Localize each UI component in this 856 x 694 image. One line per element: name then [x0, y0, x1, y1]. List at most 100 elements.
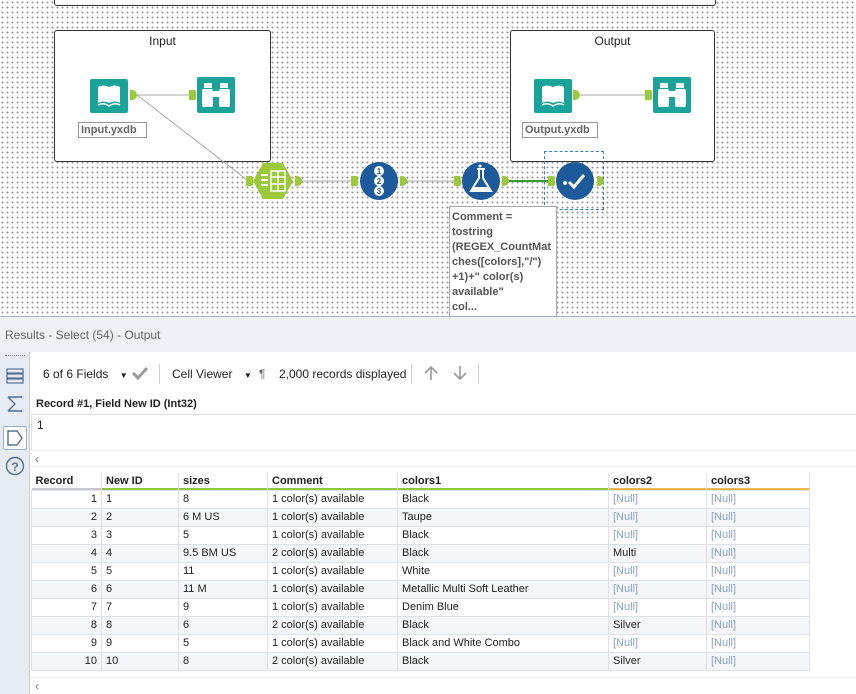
column-header[interactable]: colors1 [397, 473, 609, 490]
table-cell[interactable]: 1 color(s) available [267, 489, 398, 509]
table-cell[interactable]: 9 [178, 597, 268, 617]
table-cell[interactable]: [Null] [706, 597, 810, 617]
table-cell[interactable]: Silver [608, 615, 707, 635]
table-cell[interactable]: 5 [178, 633, 268, 653]
table-cell[interactable]: 1 color(s) available [267, 561, 398, 581]
record-number-cell[interactable]: 5 [31, 561, 102, 581]
table-cell[interactable]: Black and White Combo [397, 633, 609, 653]
table-cell[interactable]: 2 color(s) available [267, 651, 398, 671]
cell-viewer-hscroll[interactable]: ‹ [31, 450, 856, 467]
formula-tool[interactable] [461, 161, 501, 201]
table-cell[interactable]: Multi [608, 543, 707, 563]
table-cell[interactable]: Black [397, 615, 609, 635]
table-cell[interactable]: 1 color(s) available [267, 525, 398, 545]
table-cell[interactable]: 8 [178, 651, 268, 671]
record-number-cell[interactable]: 10 [31, 651, 102, 671]
table-cell[interactable]: 9.5 BM US [178, 543, 268, 563]
table-cell[interactable]: Black [397, 651, 609, 671]
table-row[interactable]: 6 6 11 M1 color(s) available Metallic Multi… [31, 579, 810, 599]
parse-input-anchor[interactable] [246, 176, 253, 186]
table-cell[interactable]: [Null] [706, 633, 810, 653]
table-cell[interactable]: Black [397, 489, 609, 509]
table-cell[interactable]: [Null] [706, 507, 810, 527]
scroll-down-button[interactable] [452, 365, 468, 384]
table-cell[interactable]: 8 [178, 489, 268, 509]
help-button[interactable]: ? [3, 454, 27, 478]
metadata-view-button[interactable] [3, 392, 27, 416]
table-cell[interactable]: 1 color(s) available [267, 579, 398, 599]
table-cell[interactable]: 6 [101, 579, 179, 599]
column-header[interactable]: sizes [178, 473, 268, 490]
table-cell[interactable]: 10 [101, 651, 179, 671]
record-number-cell[interactable]: 8 [31, 615, 102, 635]
column-header[interactable]: colors3 [706, 473, 810, 490]
cell-viewer-value[interactable]: 1 [31, 414, 856, 450]
table-cell[interactable]: 9 [101, 633, 179, 653]
table-cell[interactable]: 5 [178, 525, 268, 545]
table-row[interactable]: 10 10 8 2 color(s) available Black Silver [Nul… [31, 651, 810, 671]
browse-tool[interactable] [197, 77, 235, 113]
table-cell[interactable]: Taupe [397, 507, 609, 527]
table-cell[interactable]: 3 [101, 525, 179, 545]
table-cell[interactable]: [Null] [706, 489, 810, 509]
apply-fields-button[interactable] [131, 364, 149, 385]
table-cell[interactable]: 5 [101, 561, 179, 581]
table-row[interactable]: 5 5 11 1 color(s) available White [Null] [Null… [31, 561, 810, 581]
table-cell[interactable]: 6 M US [178, 507, 268, 527]
record-number-cell[interactable]: 3 [31, 525, 102, 545]
table-cell[interactable]: 11 [178, 561, 268, 581]
table-row[interactable]: 9951 color(s) available Black and White C… [31, 633, 810, 653]
table-cell[interactable]: 2 color(s) available [267, 543, 398, 563]
table-cell[interactable]: Silver [608, 651, 707, 671]
table-row[interactable]: 1181 color(s) available Black [Null] [Null] [31, 489, 810, 509]
select-input-anchor[interactable] [548, 176, 555, 186]
table-cell[interactable]: [Null] [608, 633, 707, 653]
workflow-canvas[interactable]: Input Output Input.yxdb Output.yxdb 1 2 … [0, 0, 856, 316]
fields-dropdown[interactable]: 6 of 6 Fields ▼ [43, 367, 128, 381]
record-number-cell[interactable]: 9 [31, 633, 102, 653]
table-cell[interactable]: [Null] [608, 507, 707, 527]
record-id-tool[interactable]: 1 2 3 [359, 161, 399, 201]
record-number-cell[interactable]: 1 [31, 489, 102, 509]
data-view-button[interactable] [3, 426, 27, 450]
table-cell[interactable]: 1 color(s) available [267, 633, 398, 653]
results-grid[interactable]: Record New ID sizes Comment colors1 colo… [31, 473, 810, 671]
table-cell[interactable]: [Null] [706, 651, 810, 671]
table-cell[interactable]: [Null] [608, 597, 707, 617]
grid-hscroll[interactable]: ‹ [31, 677, 856, 694]
table-cell[interactable]: 6 [178, 615, 268, 635]
record-number-cell[interactable]: 4 [31, 543, 102, 563]
select-tool[interactable] [555, 161, 595, 201]
table-cell[interactable]: White [397, 561, 609, 581]
column-header[interactable]: colors2 [608, 473, 707, 490]
record-id-input-anchor[interactable] [351, 176, 358, 186]
column-header[interactable]: Record [31, 473, 102, 490]
scroll-up-button[interactable] [423, 365, 439, 384]
pilcrow-icon[interactable]: ¶ [259, 367, 265, 381]
column-header[interactable]: Comment [267, 473, 398, 490]
column-header[interactable]: New ID [101, 473, 179, 490]
table-row[interactable]: 226 M US 1 color(s) available Taupe [Null][… [31, 507, 810, 527]
table-cell[interactable]: 1 [101, 489, 179, 509]
table-cell[interactable]: 2 color(s) available [267, 615, 398, 635]
table-cell[interactable]: 1 color(s) available [267, 597, 398, 617]
table-cell[interactable]: Metallic Multi Soft Leather [397, 579, 609, 599]
table-cell[interactable]: 4 [101, 543, 179, 563]
table-cell[interactable]: 2 [101, 507, 179, 527]
record-number-cell[interactable]: 7 [31, 597, 102, 617]
table-cell[interactable]: [Null] [608, 561, 707, 581]
browse-output-input-anchor[interactable] [645, 90, 652, 100]
table-row[interactable]: 3351 color(s) available Black [Null] [Null] [31, 525, 810, 545]
table-cell[interactable]: [Null] [706, 543, 810, 563]
chevron-left-icon[interactable]: ‹ [35, 452, 39, 466]
browse-output-tool[interactable] [653, 77, 691, 113]
table-cell[interactable]: [Null] [608, 579, 707, 599]
table-cell[interactable]: [Null] [608, 489, 707, 509]
chevron-left-icon[interactable]: ‹ [35, 679, 39, 693]
table-cell[interactable]: 1 color(s) available [267, 507, 398, 527]
formula-input-anchor[interactable] [454, 176, 461, 186]
record-number-cell[interactable]: 6 [31, 579, 102, 599]
table-row[interactable]: 7791 color(s) available Denim Blue [Null][… [31, 597, 810, 617]
table-cell[interactable]: Black [397, 525, 609, 545]
text-to-columns-tool[interactable] [253, 162, 293, 200]
